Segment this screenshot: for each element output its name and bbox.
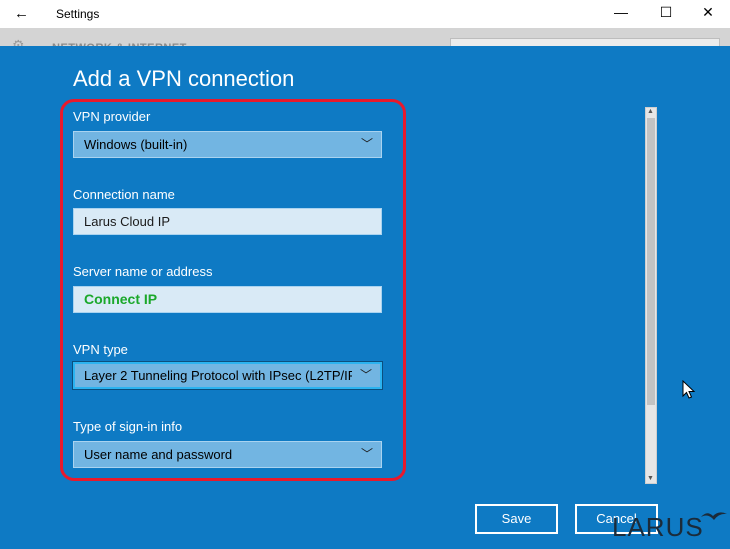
close-icon[interactable]: ✕: [693, 4, 723, 21]
vpn-dialog: Add a VPN connection VPN provider Window…: [0, 46, 730, 549]
scroll-up-icon[interactable]: ▲: [647, 108, 654, 116]
watermark-logo: LARUS: [612, 512, 704, 542]
dialog-title: Add a VPN connection: [73, 66, 295, 91]
gear-icon: ⚙: [12, 37, 25, 46]
scrollbar-thumb[interactable]: [647, 118, 655, 405]
scrollbar[interactable]: ▲ ▼: [645, 107, 657, 484]
maximize-icon[interactable]: ☐: [651, 4, 681, 21]
red-highlight-annotation: [60, 99, 406, 481]
save-button[interactable]: Save: [475, 504, 558, 534]
minimize-icon[interactable]: —: [606, 4, 636, 20]
window-title: Settings: [56, 7, 100, 21]
settings-page-behind: ⚙ NETWORK & INTERNET: [0, 28, 730, 47]
mouse-pointer-icon: [682, 380, 696, 399]
scroll-down-icon[interactable]: ▼: [647, 475, 654, 483]
back-arrow-icon[interactable]: ←: [14, 5, 29, 22]
seagull-icon: [701, 512, 727, 520]
title-bar: ← Settings — ☐ ✕: [0, 0, 730, 28]
